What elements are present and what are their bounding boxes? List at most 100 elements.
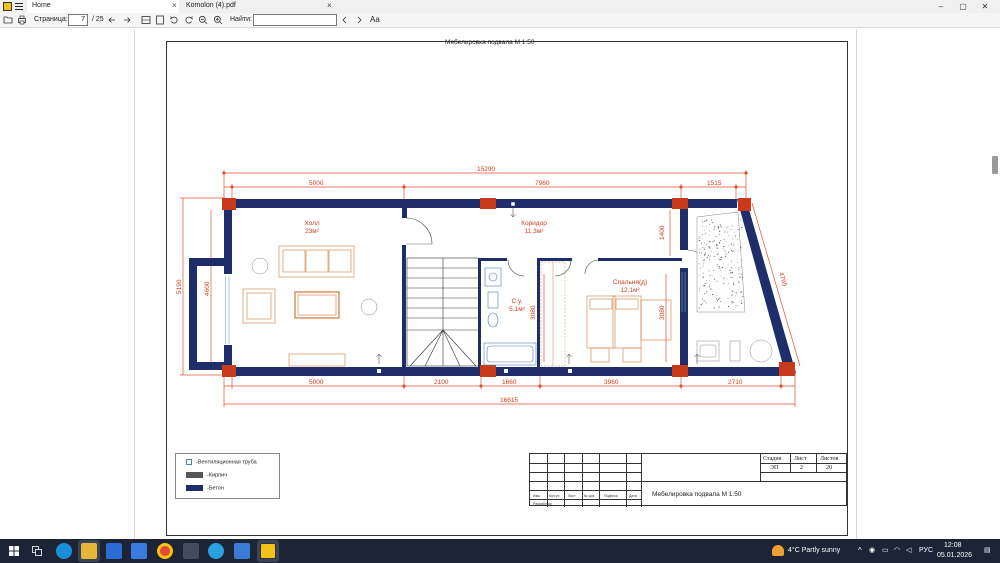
speckle xyxy=(724,231,726,233)
dim-bottom-total: 16615 xyxy=(500,397,518,404)
speckle xyxy=(737,239,738,240)
speckle xyxy=(736,259,738,261)
speckle xyxy=(718,241,721,244)
speckle xyxy=(731,301,733,303)
speckle xyxy=(732,282,734,283)
clock-date[interactable]: 05.01.2026 xyxy=(937,552,972,559)
speckle xyxy=(733,283,735,285)
speckle xyxy=(740,265,742,267)
speckle xyxy=(709,274,711,276)
file-explorer-icon[interactable] xyxy=(81,543,97,559)
speckle xyxy=(730,249,733,252)
room-corridor-area: 11.3м² xyxy=(525,228,545,235)
store-icon[interactable] xyxy=(106,543,122,559)
speckle xyxy=(706,257,708,259)
sheet-title: Мебелировка подвала М 1:50 xyxy=(652,491,742,498)
speckle xyxy=(702,234,704,236)
speckle xyxy=(704,253,706,255)
brick-swatch-icon xyxy=(186,472,203,478)
speckle xyxy=(737,262,739,263)
speckle xyxy=(713,307,715,309)
speckle xyxy=(713,269,715,271)
notifications-icon[interactable]: ▤ xyxy=(984,546,991,554)
wardrobe xyxy=(540,261,566,367)
tray-chevron-icon[interactable]: ^ xyxy=(858,546,862,555)
app-icon-2[interactable] xyxy=(234,543,250,559)
speckle xyxy=(713,240,715,242)
speckle xyxy=(736,278,738,280)
speckle xyxy=(715,243,718,245)
network-icon[interactable]: ▭ xyxy=(882,546,889,554)
speckle xyxy=(739,276,741,278)
speckle xyxy=(738,273,740,275)
clock-time[interactable]: 12:08 xyxy=(944,542,962,549)
volume-icon[interactable]: ◁ xyxy=(906,546,911,554)
speckle xyxy=(723,245,725,248)
speckle xyxy=(703,259,705,261)
wifi-icon[interactable]: ◠ xyxy=(894,546,900,554)
speckle xyxy=(703,300,705,302)
col-signature: Подпись xyxy=(604,494,618,498)
speckle xyxy=(709,234,711,236)
speckle xyxy=(702,238,704,240)
speckle xyxy=(720,270,721,271)
speckle xyxy=(720,224,722,226)
speckle xyxy=(702,285,704,287)
window-left xyxy=(225,276,230,344)
speckle xyxy=(702,259,704,261)
speckle xyxy=(737,304,739,306)
speckle xyxy=(733,231,735,233)
speckle xyxy=(717,253,719,255)
speckle xyxy=(715,298,717,300)
speckle xyxy=(718,265,720,268)
legend-label: -Бетон xyxy=(207,485,224,492)
speckle xyxy=(719,267,721,269)
speckle xyxy=(705,244,707,246)
speckle xyxy=(710,251,712,253)
weather-text[interactable]: 4°C Partly sunny xyxy=(788,547,840,554)
app-icon-1[interactable] xyxy=(183,543,199,559)
speckle xyxy=(710,288,712,290)
speckle xyxy=(731,277,733,279)
chrome-icon[interactable] xyxy=(157,543,173,559)
speckle xyxy=(729,269,731,271)
speckle xyxy=(703,262,705,264)
speckle xyxy=(732,291,734,293)
dim-top-1: 5000 xyxy=(309,180,324,187)
legend-item-brick: -Кирпич xyxy=(186,472,227,481)
pdf-reader-icon[interactable] xyxy=(260,543,276,559)
speckle xyxy=(709,259,711,261)
speckle xyxy=(698,275,700,277)
speckle xyxy=(705,283,707,285)
speckle xyxy=(705,252,706,253)
mail-icon[interactable] xyxy=(131,543,147,559)
speckle xyxy=(711,222,713,224)
right-room-fixtures xyxy=(696,339,773,363)
speckle xyxy=(719,225,721,227)
speckle xyxy=(731,225,733,227)
speckle xyxy=(723,301,725,303)
speckle xyxy=(730,277,731,278)
telegram-icon[interactable] xyxy=(208,543,224,559)
speckle xyxy=(723,263,725,265)
room-corridor-name: Коридор xyxy=(521,220,547,227)
task-view-icon[interactable] xyxy=(32,546,42,556)
edge-browser-icon[interactable] xyxy=(56,543,72,559)
speckle xyxy=(724,255,727,257)
speckle xyxy=(713,228,715,230)
legend: -Вентиляционная труба -Кирпич -Бетон xyxy=(175,453,280,499)
speckle xyxy=(742,220,744,222)
room-hall-area: 23м² xyxy=(305,228,320,235)
speckle xyxy=(730,272,732,274)
speckle xyxy=(703,284,706,287)
col-change: Изм. xyxy=(533,494,541,498)
language-indicator[interactable]: РУС xyxy=(919,547,933,554)
windows-start-icon[interactable] xyxy=(9,546,19,556)
speckle xyxy=(729,307,731,309)
speckle xyxy=(704,232,706,234)
title-block: Изм. Кол.уч Лист № док Подпись Дата Разр… xyxy=(529,453,848,507)
tray-app-icon[interactable]: ◉ xyxy=(869,546,875,554)
speckle xyxy=(718,233,720,235)
speckle xyxy=(709,224,711,226)
room-bedroom-area: 12.1м² xyxy=(620,287,640,294)
